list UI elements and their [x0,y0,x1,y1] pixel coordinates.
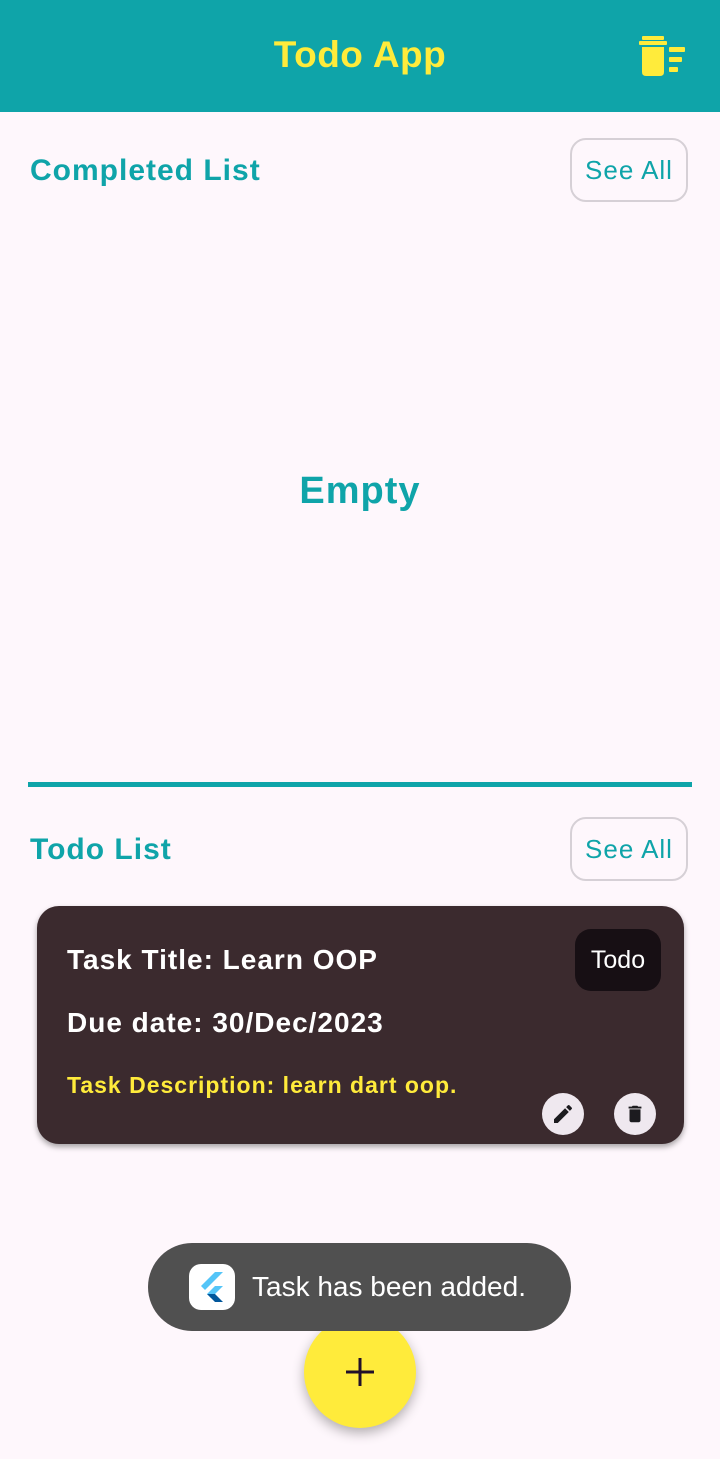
delete-task-button[interactable] [614,1093,656,1135]
plus-icon [346,1358,374,1386]
section-divider [28,782,692,787]
todo-see-all-button[interactable]: See All [570,817,688,881]
todo-list-title: Todo List [30,833,172,866]
delete-sweep-icon[interactable] [636,34,688,78]
toast-notification: Task has been added. [148,1243,571,1331]
completed-see-all-button[interactable]: See All [570,138,688,202]
task-card[interactable]: Task Title: Learn OOP Due date: 30/Dec/2… [37,906,684,1144]
add-task-button[interactable] [304,1316,416,1428]
app-title: Todo App [273,34,447,75]
task-due-date: Due date: 30/Dec/2023 [67,1007,384,1038]
task-title: Task Title: Learn OOP [67,944,378,975]
task-status-chip[interactable]: Todo [575,929,661,991]
todo-app-screen: Todo App Completed List See All Empty To… [0,0,720,1459]
edit-task-button[interactable] [542,1093,584,1135]
task-description: Task Description: learn dart oop. [67,1072,458,1098]
pencil-icon [554,1104,573,1123]
completed-list-title: Completed List [30,154,261,187]
trash-icon [628,1105,642,1123]
toast-message: Task has been added. [252,1271,526,1302]
app-bar: Todo App [0,0,720,112]
flutter-logo-icon [189,1264,235,1310]
completed-empty-text: Empty [299,470,421,512]
